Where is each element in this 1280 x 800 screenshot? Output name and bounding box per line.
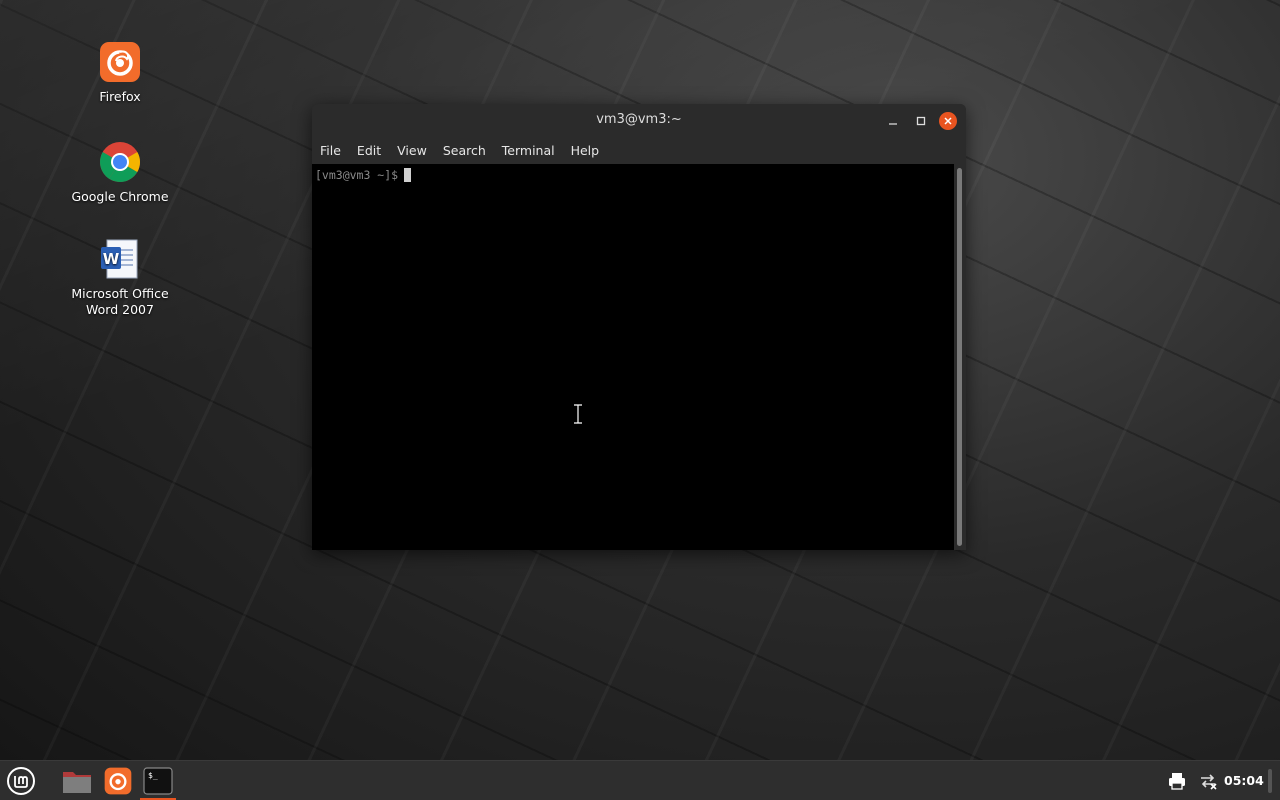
- menu-file[interactable]: File: [320, 143, 341, 158]
- window-titlebar[interactable]: vm3@vm3:~: [312, 104, 966, 136]
- shell-prompt-line: [vm3@vm3 ~]$: [315, 168, 412, 182]
- desktop-icon-word[interactable]: W Microsoft Office Word 2007: [65, 238, 175, 318]
- taskbar: $_ 05:04: [0, 760, 1280, 800]
- svg-text:W: W: [103, 250, 120, 268]
- taskbar-files-launcher[interactable]: [61, 765, 93, 797]
- taskbar-terminal-launcher[interactable]: $_: [142, 765, 174, 797]
- minimize-icon: [889, 123, 897, 125]
- desktop-icon-label-line2: Word 2007: [86, 302, 154, 317]
- desktop: Firefox Google Chrome W Microsoft Office…: [0, 0, 1280, 760]
- firefox-icon: [100, 42, 140, 82]
- taskbar-firefox-launcher[interactable]: [102, 765, 134, 797]
- close-icon: [944, 117, 952, 125]
- terminal-icon: $_: [143, 767, 173, 795]
- maximize-icon: [916, 116, 926, 126]
- chrome-icon: [100, 142, 140, 182]
- window-title: vm3@vm3:~: [596, 112, 682, 127]
- menu-help[interactable]: Help: [571, 143, 600, 158]
- terminal-output[interactable]: [vm3@vm3 ~]$: [312, 164, 954, 550]
- network-disconnected-icon[interactable]: [1198, 771, 1218, 791]
- menu-edit[interactable]: Edit: [357, 143, 381, 158]
- desktop-icon-chrome[interactable]: Google Chrome: [65, 141, 175, 205]
- scrollbar-thumb[interactable]: [957, 168, 962, 546]
- svg-text:$_: $_: [148, 771, 158, 780]
- desktop-icon-label-line1: Microsoft Office: [71, 286, 169, 301]
- desktop-icon-firefox[interactable]: Firefox: [65, 41, 175, 105]
- firefox-icon: [104, 767, 132, 795]
- mint-menu-icon: [7, 767, 35, 795]
- menu-view[interactable]: View: [397, 143, 427, 158]
- word-icon: W: [101, 239, 138, 279]
- text-cursor: [404, 168, 412, 182]
- shell-prompt: [vm3@vm3 ~]$: [315, 168, 399, 182]
- menu-terminal[interactable]: Terminal: [502, 143, 555, 158]
- mint-menu-button[interactable]: [5, 765, 37, 797]
- terminal-scrollbar[interactable]: [954, 164, 966, 550]
- show-desktop-button[interactable]: [1268, 769, 1272, 793]
- terminal-window[interactable]: vm3@vm3:~ File Edit View Search Terminal…: [312, 104, 966, 550]
- menu-search[interactable]: Search: [443, 143, 486, 158]
- desktop-icon-label: Google Chrome: [71, 189, 169, 204]
- printer-icon[interactable]: [1167, 771, 1187, 791]
- minimize-button[interactable]: [884, 112, 902, 130]
- taskbar-clock[interactable]: 05:04: [1224, 773, 1264, 788]
- maximize-button[interactable]: [912, 112, 930, 130]
- files-folder-icon: [63, 772, 91, 793]
- desktop-icon-label: Firefox: [99, 89, 141, 104]
- menu-bar: File Edit View Search Terminal Help: [312, 136, 966, 164]
- ibeam-cursor-icon: [574, 404, 582, 424]
- close-button[interactable]: [939, 112, 957, 130]
